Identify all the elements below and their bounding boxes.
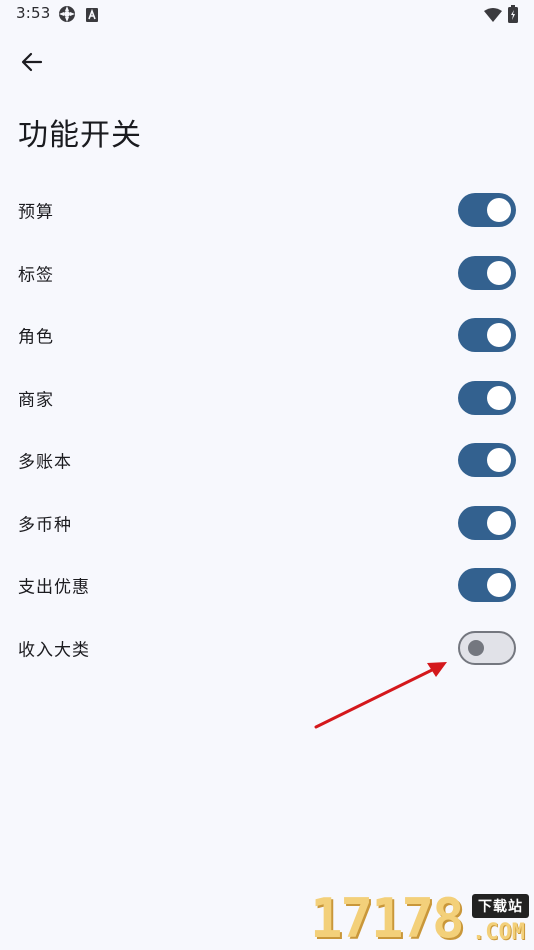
settings-gear-icon bbox=[58, 5, 76, 27]
switch-thumb bbox=[487, 260, 511, 285]
switch-thumb bbox=[487, 198, 511, 223]
switch-thumb bbox=[487, 323, 511, 348]
toggle-row-income-category[interactable]: 收入大类 bbox=[0, 617, 534, 680]
toggle-row-roles[interactable]: 角色 bbox=[0, 304, 534, 367]
toggle-label: 多币种 bbox=[18, 515, 72, 536]
arrow-left-icon bbox=[21, 51, 43, 77]
expense-discount-switch[interactable] bbox=[458, 568, 516, 603]
toggle-row-budget[interactable]: 预算 bbox=[0, 179, 534, 242]
feature-toggle-list: 预算 标签 角色 商家 多账本 多币种 支出优惠 收入大类 bbox=[0, 179, 534, 679]
page-title: 功能开关 bbox=[18, 118, 142, 153]
watermark-logo: 17178 下载站 .COM bbox=[308, 888, 534, 950]
switch-thumb bbox=[487, 448, 511, 473]
switch-thumb bbox=[487, 385, 511, 410]
toggle-row-tags[interactable]: 标签 bbox=[0, 242, 534, 305]
switch-thumb bbox=[487, 510, 511, 535]
toggle-row-merchants[interactable]: 商家 bbox=[0, 367, 534, 430]
watermark-suffix: .COM bbox=[472, 920, 525, 945]
watermark-digits: 17178 bbox=[310, 887, 465, 950]
toggle-label: 商家 bbox=[18, 390, 54, 411]
watermark-tag: 下载站 bbox=[472, 894, 529, 918]
income-category-switch[interactable] bbox=[458, 630, 516, 665]
merchants-switch[interactable] bbox=[458, 380, 516, 415]
tags-switch[interactable] bbox=[458, 255, 516, 290]
status-bar: 3:53 bbox=[0, 0, 534, 28]
multi-currency-switch[interactable] bbox=[458, 505, 516, 540]
toggle-row-expense-discount[interactable]: 支出优惠 bbox=[0, 554, 534, 617]
toggle-label: 多账本 bbox=[18, 452, 72, 473]
toggle-row-multi-currency[interactable]: 多币种 bbox=[0, 492, 534, 555]
multi-ledger-switch[interactable] bbox=[458, 443, 516, 478]
wifi-icon bbox=[484, 7, 502, 26]
status-time: 3:53 bbox=[16, 4, 51, 22]
toggle-row-multi-ledger[interactable]: 多账本 bbox=[0, 429, 534, 492]
toggle-label: 收入大类 bbox=[18, 640, 90, 661]
switch-thumb bbox=[487, 573, 511, 598]
toggle-label: 支出优惠 bbox=[18, 577, 90, 598]
battery-icon bbox=[508, 5, 518, 27]
toggle-label: 标签 bbox=[18, 265, 54, 286]
a-letter-icon bbox=[86, 7, 98, 26]
roles-switch[interactable] bbox=[458, 318, 516, 353]
toggle-label: 预算 bbox=[18, 202, 54, 223]
toggle-label: 角色 bbox=[18, 327, 54, 348]
switch-thumb bbox=[468, 639, 484, 656]
back-button[interactable] bbox=[12, 44, 52, 84]
budget-switch[interactable] bbox=[458, 193, 516, 228]
